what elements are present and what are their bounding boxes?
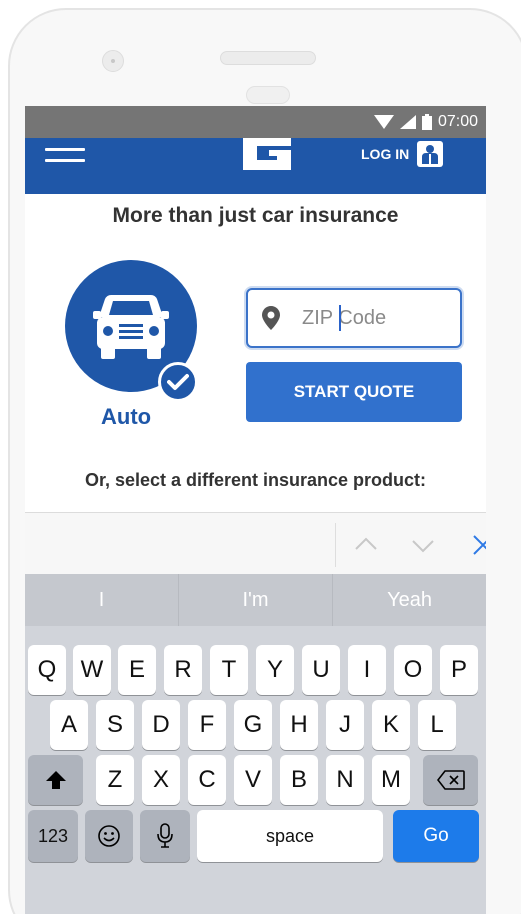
zip-placeholder: ZIP Code <box>302 306 387 329</box>
go-key[interactable]: Go <box>393 810 479 862</box>
microphone-key[interactable] <box>140 810 190 862</box>
wifi-icon <box>373 115 394 129</box>
key-e[interactable]: E <box>118 645 156 695</box>
section-subtitle: Or, select a different insurance product… <box>84 470 427 490</box>
key-f[interactable]: F <box>188 700 226 750</box>
menu-icon[interactable] <box>45 148 85 174</box>
page-title: More than just car insurance <box>112 204 399 227</box>
key-b[interactable]: B <box>280 755 318 805</box>
chevron-down-icon[interactable] <box>409 531 437 559</box>
keyboard: I I'm Yeah Q W E R T Y U I O P A S D F G… <box>25 574 486 914</box>
suggestion-item[interactable]: I'm <box>178 574 332 626</box>
login-label: LOG IN <box>361 146 410 162</box>
chevron-up-icon[interactable] <box>352 531 380 559</box>
key-n[interactable]: N <box>326 755 364 805</box>
backspace-icon <box>436 770 465 790</box>
battery-icon <box>421 114 432 130</box>
key-z[interactable]: Z <box>96 755 134 805</box>
proximity-sensor <box>246 86 290 104</box>
status-time: 07:00 <box>437 113 478 130</box>
car-icon <box>93 295 169 359</box>
key-x[interactable]: X <box>142 755 180 805</box>
key-p[interactable]: P <box>440 645 478 695</box>
suggestion-bar: I I'm Yeah <box>25 574 486 626</box>
microphone-icon <box>157 823 173 848</box>
key-t[interactable]: T <box>210 645 248 695</box>
suggestion-item[interactable]: Yeah <box>332 574 486 626</box>
suggestion-item[interactable]: I <box>25 574 178 626</box>
key-v[interactable]: V <box>234 755 272 805</box>
keyboard-accessory-bar <box>25 512 486 574</box>
space-key[interactable]: space <box>197 810 383 862</box>
auto-product-label: Auto <box>101 404 152 429</box>
key-a[interactable]: A <box>50 700 88 750</box>
text-cursor <box>339 304 341 331</box>
user-icon <box>417 141 444 167</box>
numbers-key[interactable]: 123 <box>28 810 78 862</box>
close-icon[interactable] <box>469 531 486 559</box>
key-i[interactable]: I <box>348 645 386 695</box>
key-w[interactable]: W <box>73 645 111 695</box>
start-quote-button[interactable]: START QUOTE <box>246 362 462 422</box>
location-pin-icon <box>262 306 280 330</box>
key-d[interactable]: D <box>142 700 180 750</box>
key-r[interactable]: R <box>164 645 202 695</box>
key-y[interactable]: Y <box>256 645 294 695</box>
login-button[interactable]: LOG IN <box>361 138 444 170</box>
cell-signal-icon <box>399 115 416 129</box>
geico-logo[interactable] <box>241 138 293 170</box>
key-u[interactable]: U <box>302 645 340 695</box>
backspace-key[interactable] <box>423 755 478 805</box>
key-g[interactable]: G <box>234 700 272 750</box>
emoji-icon <box>98 825 120 847</box>
key-j[interactable]: J <box>326 700 364 750</box>
earpiece-speaker <box>220 51 316 65</box>
accessory-divider <box>335 523 336 567</box>
key-c[interactable]: C <box>188 755 226 805</box>
screen: 07:00 LOG IN More than just car insuranc… <box>25 106 486 914</box>
key-q[interactable]: Q <box>28 645 66 695</box>
key-k[interactable]: K <box>372 700 410 750</box>
front-camera <box>102 50 124 72</box>
emoji-key[interactable] <box>85 810 133 862</box>
key-h[interactable]: H <box>280 700 318 750</box>
status-bar: 07:00 <box>25 106 486 138</box>
app-bar: LOG IN <box>25 138 486 194</box>
shift-icon <box>45 771 66 789</box>
key-m[interactable]: M <box>372 755 410 805</box>
checkmark-icon <box>158 362 198 402</box>
shift-key[interactable] <box>28 755 83 805</box>
key-o[interactable]: O <box>394 645 432 695</box>
key-s[interactable]: S <box>96 700 134 750</box>
zip-code-input[interactable]: ZIP Code <box>246 288 462 348</box>
key-l[interactable]: L <box>418 700 456 750</box>
